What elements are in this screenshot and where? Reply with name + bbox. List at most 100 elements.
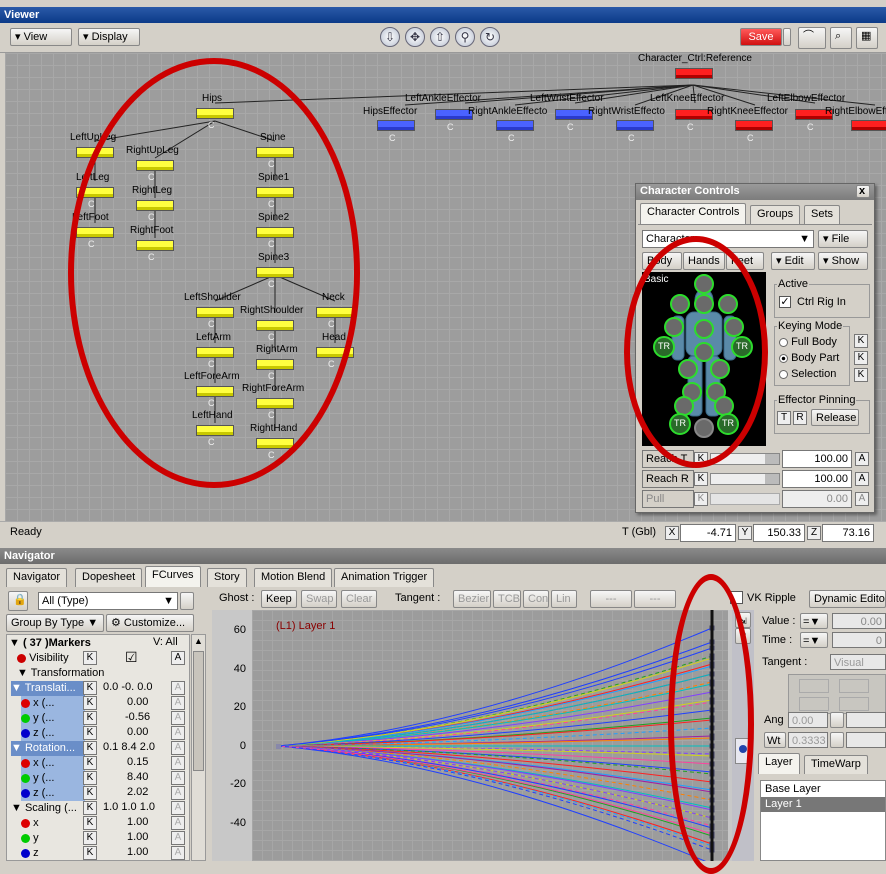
tab-layer[interactable]: Layer (758, 753, 800, 774)
tab-dopesheet[interactable]: Dopesheet (75, 568, 143, 587)
bone-box[interactable] (196, 386, 234, 397)
scaling-y-animate-button[interactable]: A (171, 831, 185, 845)
subtab-body[interactable]: Body (642, 252, 682, 270)
pin-rotation-button[interactable]: R (793, 411, 807, 425)
tangent-unify-button[interactable]: --- (634, 590, 676, 608)
scaling-x-value[interactable]: 1.00 (127, 816, 148, 828)
translation-y-key-button[interactable]: K (83, 711, 97, 725)
angle-field[interactable]: 0.00 (788, 712, 828, 728)
bone-box[interactable] (136, 240, 174, 251)
tangent-break-button[interactable]: --- (590, 590, 632, 608)
tab-timewarp[interactable]: TimeWarp (804, 755, 868, 774)
translation-x-row[interactable]: x (... (21, 696, 85, 711)
pull-value[interactable]: 0.00 (782, 490, 852, 508)
reach-r-value[interactable]: 100.00 (782, 470, 852, 488)
rotation-values[interactable]: 0.1 8.4 2.0 (103, 741, 155, 753)
visibility-key-button[interactable]: K (83, 651, 97, 665)
translation-x-animate-button[interactable]: A (171, 696, 185, 710)
bone-box[interactable] (196, 108, 234, 119)
layer-item-base[interactable]: Base Layer (761, 782, 885, 797)
zoom-fit-icon[interactable]: ⇲ (735, 612, 751, 628)
fcurve[interactable] (277, 647, 713, 747)
fcurve[interactable] (277, 745, 713, 835)
fcurve-editor[interactable]: (L1) Layer 1 60 40 20 0 -20 -40 (212, 610, 732, 861)
tangent-shape-buttons[interactable] (788, 674, 886, 714)
scrollbar-thumb[interactable] (193, 651, 204, 771)
effector-box[interactable] (496, 120, 534, 131)
time-mode-select[interactable]: =▼ (800, 632, 828, 648)
zoom-icon[interactable]: ⚲ (455, 27, 475, 47)
key-nav-button[interactable] (735, 738, 751, 764)
type-filter-select[interactable]: All (Type) ▼ (38, 592, 178, 610)
rotation-y-animate-button[interactable]: A (171, 771, 185, 785)
scaling-x-animate-button[interactable]: A (171, 816, 185, 830)
scaling-y-value[interactable]: 1.00 (127, 831, 148, 843)
bone-box[interactable] (196, 425, 234, 436)
bone-box[interactable] (256, 187, 294, 198)
mode-selection[interactable]: Selection (779, 367, 836, 382)
scaling-y-row[interactable]: y (21, 831, 85, 846)
rotation-z-animate-button[interactable]: A (171, 786, 185, 800)
start-key-marker[interactable] (276, 744, 281, 749)
radio-icon[interactable] (779, 337, 788, 347)
fcurve-plot[interactable] (252, 610, 728, 861)
link-icon[interactable] (830, 732, 844, 748)
reach-r-slider[interactable] (710, 473, 780, 485)
bone-box[interactable] (256, 359, 294, 370)
move-down-icon[interactable]: ⇩ (380, 27, 400, 47)
scaling-z-row[interactable]: z (21, 846, 85, 861)
translation-z-value[interactable]: 0.00 (127, 726, 148, 738)
reach-t-key-button[interactable]: K (694, 452, 708, 466)
scaling-z-animate-button[interactable]: A (171, 846, 185, 860)
zoom-icon[interactable]: ⚲ (735, 628, 751, 644)
link-icon[interactable] (830, 712, 844, 728)
group-by-select[interactable]: Group By Type ▼ (6, 614, 104, 632)
scaling-z-key-button[interactable]: K (83, 846, 97, 860)
clear-button[interactable]: Clear (341, 590, 377, 608)
mode-full-body[interactable]: Full Body (779, 335, 837, 350)
rotation-z-value[interactable]: 2.02 (127, 786, 148, 798)
key-body-part-button[interactable]: K (854, 351, 868, 365)
rotation-x-row[interactable]: x (... (21, 756, 85, 771)
weight-field-right[interactable] (846, 732, 886, 748)
rotation-x-value[interactable]: 0.15 (127, 756, 148, 768)
tr-right-foot[interactable]: TR (722, 418, 734, 428)
file-menu[interactable]: ▾ File (818, 230, 868, 248)
visibility-animate-button[interactable]: A (171, 651, 185, 665)
tab-sets[interactable]: Sets (804, 205, 841, 224)
customize-button[interactable]: ⚙ Customize... (106, 614, 194, 632)
bone-box[interactable] (256, 438, 294, 449)
bezier-button[interactable]: Bezier (453, 590, 491, 608)
close-icon[interactable]: x (856, 185, 870, 198)
pull-key-button[interactable]: K (694, 492, 708, 506)
radio-selected-icon[interactable] (779, 353, 788, 363)
con-button[interactable]: Con (523, 590, 549, 608)
reach-t-animate-button[interactable]: A (855, 452, 869, 466)
weight-button[interactable]: Wt (764, 732, 786, 748)
pull-animate-button[interactable]: A (855, 492, 869, 506)
translation-y-row[interactable]: y (... (21, 711, 85, 726)
show-menu[interactable]: ▾ Show (818, 252, 868, 270)
scaling-values[interactable]: 1.0 1.0 1.0 (103, 801, 155, 813)
lin-button[interactable]: Lin (551, 590, 577, 608)
view-menu[interactable]: ▾ View (10, 28, 72, 46)
tr-left-hand[interactable]: TR (658, 341, 670, 351)
ctrl-rig-in-checkbox[interactable]: ✓ (779, 296, 791, 308)
tab-story[interactable]: Story (207, 568, 247, 587)
pull-slider[interactable] (710, 493, 780, 505)
bone-box[interactable] (256, 227, 294, 238)
tangent-broken-icon[interactable] (799, 697, 829, 711)
value-mode-select[interactable]: =▼ (800, 613, 828, 629)
tcb-button[interactable]: TCB (493, 590, 521, 608)
fcurve-canvas[interactable]: (L1) Layer 1 (252, 610, 728, 861)
scaling-y-key-button[interactable]: K (83, 831, 97, 845)
2d-view-icon[interactable]: ⌕ (830, 27, 852, 49)
scaling-row[interactable]: ▼ Scaling (... (11, 801, 85, 816)
reference-node-box[interactable] (675, 68, 713, 79)
tab-character-controls[interactable]: Character Controls (640, 203, 747, 224)
bone-box[interactable] (256, 267, 294, 278)
property-scrollbar[interactable]: ▲ (191, 634, 206, 861)
character-figure[interactable]: Basic TR TR TR TR (642, 272, 766, 446)
x-coord-field[interactable]: -4.71 (680, 524, 736, 542)
lock-icon[interactable]: 🔒 (8, 591, 28, 611)
